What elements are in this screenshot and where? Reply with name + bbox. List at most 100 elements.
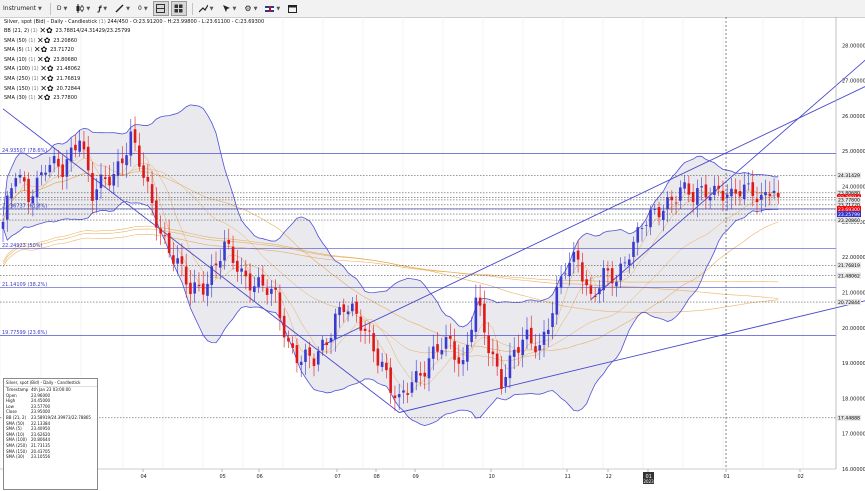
candle-body	[14, 178, 17, 186]
trend-tools-dropdown[interactable]: ▼	[196, 1, 217, 16]
candle-body	[291, 343, 294, 348]
candle-body	[296, 345, 299, 363]
instrument-label: Instrument	[3, 5, 36, 12]
candle-body	[445, 337, 448, 349]
candle-body	[32, 196, 35, 203]
pencil-icon	[115, 4, 124, 13]
price-tag-label: 17.44888	[838, 416, 860, 422]
cursor-tools-dropdown[interactable]: ▼	[219, 1, 240, 16]
candle-body	[343, 304, 346, 312]
indicator-remove-settings-icon[interactable]: ✕✿	[37, 36, 53, 45]
indicator-row: SMA (250) (1) ✕✿ 21.76819	[4, 76, 80, 82]
candle-body	[104, 177, 107, 179]
indicator-remove-settings-icon[interactable]: ✕✿	[37, 93, 53, 102]
candle-body	[245, 271, 248, 277]
indicator-value: 23.71720	[50, 47, 74, 53]
indicator-row: SMA (100) (1) ✕✿ 21.48062	[4, 66, 80, 72]
trend-arrow-icon	[199, 4, 208, 13]
indicator-remove-settings-icon[interactable]: ✕✿	[40, 64, 56, 73]
candle-body	[462, 360, 465, 364]
candlestick-chart[interactable]: 24.93507 (78.6%)23.36737 (61.8%)22.24923…	[0, 17, 865, 487]
candle-body	[257, 277, 260, 287]
indicator-remove-settings-icon[interactable]: ✕✿	[40, 84, 56, 93]
candle-body	[249, 273, 252, 290]
candle-body	[61, 164, 64, 176]
indicator-value: 21.76819	[56, 76, 80, 82]
fill-dropdown[interactable]: 0 ▼	[135, 1, 151, 16]
period-dropdown[interactable]: D ▼	[54, 1, 70, 16]
candle-body	[325, 342, 328, 345]
info-box-value: 23.10556	[31, 454, 95, 460]
indicator-remove-settings-icon[interactable]: ✕✿	[40, 74, 56, 83]
candle-body	[492, 352, 495, 355]
candle-body	[585, 279, 588, 285]
indicator-row: SMA (150) (1) ✕✿ 20.72844	[4, 86, 80, 92]
chart-type-dropdown[interactable]: ▼	[72, 1, 93, 16]
indicator-name: SMA (150)	[4, 86, 30, 92]
candle-body	[206, 284, 209, 296]
time-axis-label: 01	[724, 474, 730, 480]
price-axis-tick-label: 17.00000	[842, 432, 865, 438]
price-axis-tick-label: 25.00000	[842, 149, 865, 155]
fill-fraction-symbol: 0	[138, 5, 142, 12]
candle-body	[560, 276, 563, 287]
indicator-remove-settings-icon[interactable]: ✕✿	[39, 26, 55, 35]
candle-body	[53, 156, 56, 163]
indicator-panel-marker: (1)	[30, 86, 40, 92]
candle-body	[330, 338, 333, 342]
candle-body	[479, 298, 482, 306]
candle-body	[253, 286, 256, 292]
candle-body	[227, 240, 230, 244]
fibonacci-level-label: 22.24923 (50%)	[2, 243, 43, 249]
candle-body	[688, 183, 691, 194]
grid-layout-button[interactable]	[171, 1, 187, 16]
candle-body	[568, 263, 571, 276]
indicator-value: 23.77800	[53, 95, 77, 101]
layout-grid-icon	[174, 4, 183, 13]
candle-body	[411, 382, 414, 392]
fibonacci-level-label: 21.14109 (38.2%)	[2, 282, 47, 288]
indicator-row: SMA (10) (1) ✕✿ 23.80680	[4, 57, 77, 63]
candle-body	[215, 264, 218, 266]
time-axis-label: 02	[798, 474, 804, 480]
price-axis-tick-label: 26.00000	[842, 114, 865, 120]
chart-title-row: Silver, spot (Bid) - Daily - Candlestick…	[4, 19, 264, 25]
candle-body	[458, 357, 461, 363]
candle-body	[756, 199, 759, 202]
time-axis-label: 09	[413, 474, 419, 480]
language-dropdown[interactable]: ▼	[262, 1, 283, 16]
candle-body	[219, 261, 222, 268]
candle-body	[130, 132, 133, 156]
time-axis-label: 04	[141, 474, 147, 480]
candle-body	[402, 390, 405, 392]
fullscreen-button[interactable]	[285, 1, 300, 16]
candle-body	[551, 313, 554, 327]
candle-body	[466, 345, 469, 362]
candle-body	[769, 194, 772, 196]
candle-body	[176, 258, 179, 263]
candle-body	[598, 288, 601, 294]
chart-area[interactable]: 24.93507 (78.6%)23.36737 (61.8%)22.24923…	[0, 17, 865, 487]
candle-body	[423, 373, 426, 377]
drawing-tools-dropdown[interactable]: ▼	[112, 1, 133, 16]
candle-body	[78, 141, 81, 152]
candle-body	[513, 350, 516, 357]
candle-body	[164, 235, 167, 236]
settings-dropdown[interactable]: ⚙ ▼	[241, 1, 260, 16]
chart-title: Silver, spot (Bid) - Daily - Candlestick	[4, 19, 97, 25]
candle-body	[739, 191, 742, 196]
toolbar-divider	[192, 3, 193, 15]
single-chart-layout-button[interactable]	[153, 1, 169, 16]
instrument-dropdown[interactable]: Instrument ▼	[0, 1, 45, 16]
candle-body	[117, 161, 120, 176]
indicator-panel-marker: (1)	[27, 57, 37, 63]
candle-body	[581, 262, 584, 281]
indicators-dropdown[interactable]: ƒ ▼	[95, 1, 110, 16]
candle-body	[453, 341, 456, 360]
indicator-remove-settings-icon[interactable]: ✕✿	[37, 55, 53, 64]
indicator-remove-settings-icon[interactable]: ✕✿	[34, 45, 50, 54]
candle-body	[747, 183, 750, 184]
candle-body	[773, 191, 776, 193]
candle-body	[509, 356, 512, 379]
indicator-value: 23.20860	[53, 38, 77, 44]
